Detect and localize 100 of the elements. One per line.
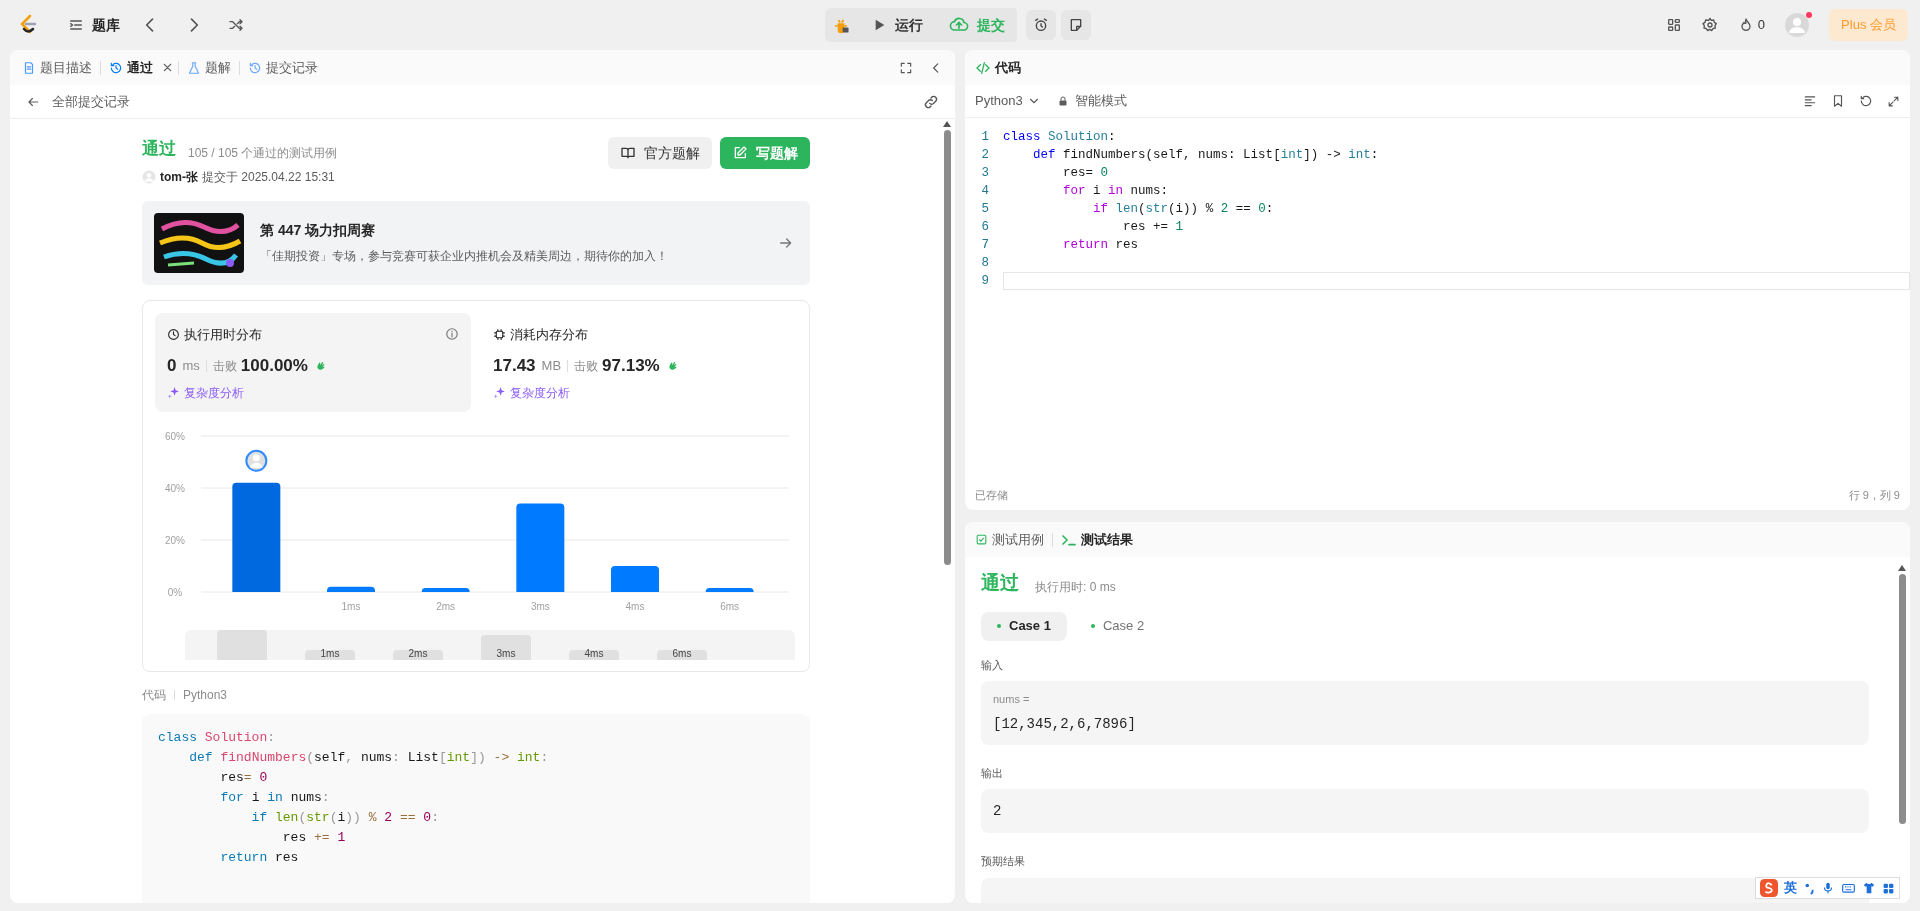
overview-bar: 4ms	[569, 649, 619, 660]
expand-icon[interactable]	[1887, 94, 1900, 108]
x-axis-label: 6ms	[720, 600, 740, 612]
stat-unit: ms	[182, 357, 200, 375]
official-solution-button[interactable]: 官方题解	[608, 137, 712, 169]
sparkle-icon	[167, 386, 180, 399]
code-line: for i in nums:	[219, 788, 331, 807]
shirt-icon[interactable]	[1862, 881, 1876, 895]
case-tab[interactable]: Case 1	[981, 611, 1067, 641]
y-axis-label: 60%	[165, 430, 185, 442]
info-icon[interactable]	[445, 327, 459, 342]
link-icon[interactable]	[923, 93, 939, 110]
input-mode[interactable]: 英	[1784, 878, 1797, 898]
banner-title: 第 447 场力扣周赛	[260, 221, 377, 240]
x-axis-label: 1ms	[341, 600, 361, 612]
code-icon	[975, 59, 991, 76]
stat-title: 消耗内存分布	[510, 325, 588, 344]
chart-bar[interactable]	[421, 587, 470, 592]
panel-tab[interactable]: 题目描述	[18, 57, 96, 78]
stat-tile[interactable]: 执行用时分布 0 ms 击败 100.00% 复杂度分析	[155, 312, 471, 412]
chart-bar[interactable]	[705, 587, 754, 592]
range-overview[interactable]: 1ms 2ms 3ms 4ms 6ms	[185, 629, 795, 660]
overview-bar: 3ms	[481, 635, 531, 660]
back-link[interactable]: 全部提交记录	[26, 91, 130, 112]
complexity-analysis-link[interactable]: 复杂度分析	[167, 383, 459, 402]
result-status: 通过	[981, 571, 1019, 595]
panel-tab[interactable]: 提交记录	[244, 57, 322, 78]
stat-title: 执行用时分布	[184, 325, 262, 344]
panel-title: 代码	[995, 58, 1021, 77]
panel-tab[interactable]: 题解	[183, 57, 235, 78]
bookmark-icon[interactable]	[1831, 94, 1845, 108]
beats-percent: 100.00%	[240, 355, 308, 377]
scroll-up-icon[interactable]	[943, 121, 951, 127]
reset-icon[interactable]	[1859, 94, 1873, 108]
language-dropdown[interactable]: Python3	[975, 91, 1041, 111]
y-axis-label: 0%	[167, 586, 183, 598]
code-line: res += 1	[281, 828, 347, 847]
code-line: res= 0	[219, 768, 269, 787]
chart-bar[interactable]	[327, 586, 375, 592]
banner-text: 「佳期投资」专场，参与竞赛可获企业内推机会及精美周边，期待你的加入！	[260, 248, 668, 265]
note-icon	[1068, 17, 1084, 33]
code-line: def findNumbers(self, nums: List[int]) -> int:	[188, 748, 550, 767]
status-text: 通过	[142, 138, 176, 160]
format-icon[interactable]	[1803, 94, 1817, 108]
contest-banner[interactable]: 第 447 场力扣周赛 「佳期投资」专场，参与竞赛可获企业内推机会及精美周边，期待你的加入！	[142, 200, 810, 285]
alarm-button[interactable]	[1026, 10, 1056, 40]
overview-bar: 1ms	[305, 649, 355, 660]
close-icon[interactable]	[161, 61, 174, 74]
case-tab[interactable]: Case 2	[1074, 611, 1161, 641]
stat-value: 0	[167, 355, 177, 377]
code-line: if len(str(i)) % 2 == 0:	[250, 808, 440, 827]
settings-icon[interactable]	[1701, 17, 1718, 33]
section-label: 预期结果	[981, 854, 1026, 869]
submit-time: 提交于 2025.04.22 15:31	[202, 168, 335, 186]
line-number: 9	[980, 273, 989, 290]
panel-tab[interactable]: 测试用例	[975, 529, 1044, 550]
problem-list-button[interactable]: 题库	[68, 14, 120, 36]
clock-icon	[167, 327, 180, 341]
fullscreen-icon[interactable]	[899, 60, 913, 75]
line-number: 5	[980, 201, 989, 218]
keyboard-icon[interactable]	[1841, 881, 1856, 895]
scrollbar-thumb[interactable]	[943, 130, 951, 565]
history-icon	[248, 60, 262, 75]
chart-bar[interactable]	[516, 503, 565, 592]
panel-tab[interactable]: 测试结果	[1061, 529, 1133, 550]
chip-icon	[493, 327, 506, 341]
list-icon	[68, 17, 84, 33]
flask-icon	[187, 60, 201, 75]
history-icon	[109, 60, 123, 75]
punctuation-icon[interactable]	[1803, 881, 1815, 895]
mode-button[interactable]: 智能模式	[1056, 91, 1127, 111]
input-name: nums =	[993, 692, 1031, 707]
document-icon	[22, 60, 36, 75]
chart-bar[interactable]	[611, 565, 659, 592]
code-line: res= 0	[1062, 166, 1109, 180]
stat-unit: MB	[541, 357, 562, 375]
overview-bar: 6ms	[657, 649, 707, 660]
line-number: 2	[980, 147, 989, 164]
shuffle-icon[interactable]	[228, 17, 244, 33]
panel-tab[interactable]: 通过	[105, 57, 157, 78]
code-language: Python3	[183, 686, 228, 704]
beats-percent: 97.13%	[602, 355, 660, 377]
layout-icon[interactable]	[1665, 17, 1682, 33]
input-value: [12,345,2,6,7896]	[993, 714, 1137, 734]
code-line: return res	[1062, 238, 1139, 252]
chart-bar[interactable]	[232, 482, 281, 592]
avatar-icon[interactable]	[1785, 13, 1810, 37]
input-method-toolbar[interactable]: 英	[1755, 877, 1900, 899]
section-label: 输出	[981, 765, 1004, 781]
y-axis-label: 40%	[165, 482, 185, 494]
scroll-up-icon[interactable]	[1898, 565, 1906, 571]
microphone-icon[interactable]	[1821, 881, 1835, 895]
grid-icon[interactable]	[1882, 881, 1895, 895]
line-number: 6	[980, 219, 989, 236]
overview-bar: 2ms	[393, 649, 443, 660]
scrollbar-thumb[interactable]	[1898, 574, 1906, 824]
user-name[interactable]: tom-张	[160, 167, 198, 186]
user-avatar-icon	[142, 169, 156, 184]
complexity-analysis-link[interactable]: 复杂度分析	[493, 383, 785, 402]
note-button[interactable]	[1061, 10, 1091, 40]
